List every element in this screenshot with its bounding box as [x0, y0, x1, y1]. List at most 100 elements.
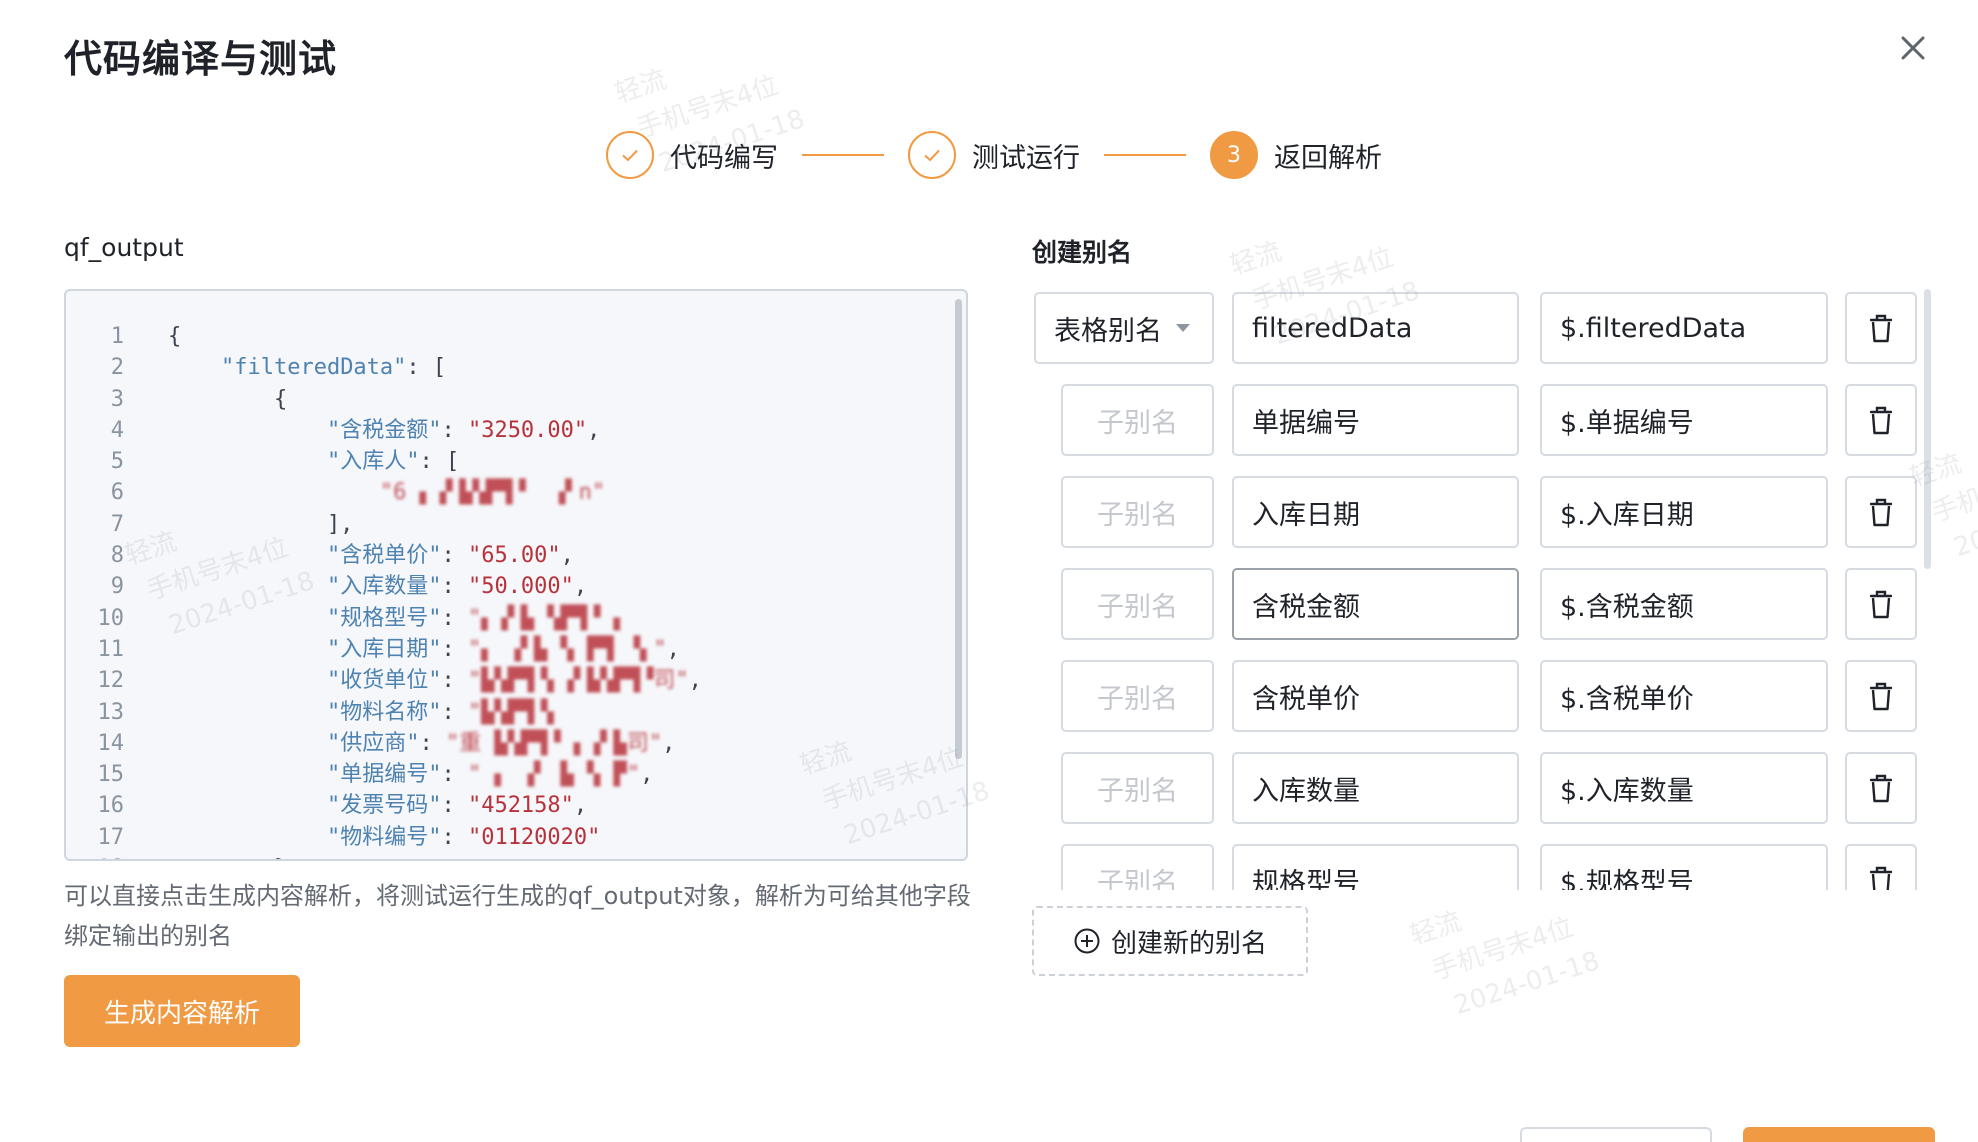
- json-value: " ▖ ▗▘ ▙ ▚ ▛": [467, 762, 641, 788]
- code-line: 6 "6 ▖▗▘▙▚▛▜▝ ▗▘n": [66, 477, 966, 508]
- json-punct: :: [441, 793, 468, 819]
- code-lines: 1{2 "filteredData": [3 {4 "含税金额": "3250.…: [66, 321, 966, 859]
- line-number: 12: [97, 668, 125, 694]
- alias-scrollbar[interactable]: [1924, 289, 1931, 569]
- confirm-button[interactable]: [1743, 1127, 1935, 1142]
- json-punct: }: [168, 856, 287, 859]
- code-line: 16 "发票号码": "452158",: [66, 790, 966, 821]
- alias-path-input[interactable]: $.入库数量: [1540, 752, 1828, 824]
- alias-path-input[interactable]: $.含税金额: [1540, 568, 1828, 640]
- code-text: {: [124, 384, 287, 415]
- line-number: 2: [110, 355, 124, 381]
- delete-alias-button[interactable]: [1845, 660, 1917, 732]
- delete-alias-button[interactable]: [1845, 476, 1917, 548]
- step-label: 测试运行: [972, 142, 1080, 174]
- alias-path-input[interactable]: $.入库日期: [1540, 476, 1828, 548]
- alias-name-input[interactable]: 含税金额: [1232, 568, 1519, 640]
- step-connector: [802, 154, 884, 156]
- json-key: "含税单价": [326, 543, 442, 569]
- code-line: 2 "filteredData": [: [66, 352, 966, 383]
- cancel-button[interactable]: [1520, 1127, 1712, 1142]
- alias-path-input[interactable]: $.规格型号: [1540, 844, 1828, 890]
- json-punct: ,: [560, 543, 574, 569]
- plus-circle-icon: [1074, 928, 1100, 954]
- json-key: "发票号码": [326, 793, 442, 819]
- code-text: "含税金额": "3250.00",: [124, 415, 600, 446]
- step-return-parse[interactable]: 3 返回解析: [1210, 131, 1382, 179]
- line-number: 18: [66, 853, 125, 859]
- caret-down-icon: [1176, 324, 1190, 332]
- alias-path-input[interactable]: $.filteredData: [1540, 292, 1828, 364]
- child-alias-input[interactable]: 子别名: [1061, 844, 1214, 890]
- json-punct: :: [441, 824, 468, 850]
- alias-name-input[interactable]: 入库日期: [1232, 476, 1519, 548]
- json-punct: ,: [573, 793, 588, 819]
- check-icon: [606, 131, 654, 179]
- trash-icon: [1869, 498, 1893, 527]
- step-number: 3: [1210, 131, 1258, 179]
- step-test-run[interactable]: 测试运行: [908, 131, 1080, 179]
- child-alias-input[interactable]: 子别名: [1061, 384, 1214, 456]
- code-viewer[interactable]: 1{2 "filteredData": [3 {4 "含税金额": "3250.…: [64, 289, 968, 861]
- json-value: "▙▚▛▜▝▖: [467, 699, 561, 725]
- json-punct: ,: [587, 417, 601, 443]
- alias-type-select[interactable]: 表格别名: [1034, 292, 1214, 364]
- trash-icon: [1869, 406, 1893, 435]
- json-punct: :: [441, 574, 468, 600]
- child-alias-input[interactable]: 子别名: [1061, 476, 1214, 548]
- alias-type-value: 表格别名: [1054, 315, 1162, 347]
- step-code-writing[interactable]: 代码编写: [606, 131, 778, 179]
- json-value: "▖▗▘▙ ▚▛▜▝ ▖: [467, 605, 627, 631]
- generate-parse-button[interactable]: 生成内容解析: [64, 975, 300, 1047]
- alias-name-input[interactable]: filteredData: [1232, 292, 1519, 364]
- alias-path-input[interactable]: $.含税单价: [1540, 660, 1828, 732]
- alias-name-input[interactable]: 含税单价: [1232, 660, 1519, 732]
- close-button[interactable]: [1893, 28, 1933, 68]
- json-key: "规格型号": [326, 605, 442, 631]
- json-punct: :: [441, 699, 468, 725]
- alias-name-input[interactable]: 规格型号: [1232, 844, 1519, 890]
- code-line: 11 "入库日期": "▖ ▗▘▙ ▚ ▛▜ ▝▖",: [66, 634, 966, 665]
- alias-name-input[interactable]: 单据编号: [1232, 384, 1519, 456]
- step-label: 代码编写: [670, 142, 778, 174]
- create-alias-label: 创建别名: [1032, 238, 1133, 267]
- json-value: "6 ▖▗▘▙▚▛▜▝ ▗▘n": [379, 480, 606, 506]
- line-number: 14: [97, 730, 125, 756]
- alias-name-input[interactable]: 入库数量: [1232, 752, 1519, 824]
- code-text: "规格型号": "▖▗▘▙ ▚▛▜▝ ▖: [124, 603, 627, 634]
- code-line: 4 "含税金额": "3250.00",: [66, 415, 966, 446]
- json-punct: {: [168, 324, 182, 349]
- create-new-alias-button[interactable]: 创建新的别名: [1032, 906, 1308, 976]
- watermark: 轻流手机号末4位2024-01-18: [1405, 865, 1605, 1032]
- json-punct: ],: [168, 511, 354, 537]
- hint-text: 可以直接点击生成内容解析，将测试运行生成的qf_output对象，解析为可给其他…: [64, 882, 971, 950]
- delete-alias-button[interactable]: [1845, 844, 1917, 890]
- json-punct: [168, 449, 327, 474]
- json-punct: :: [441, 636, 468, 662]
- code-line: 8 "含税单价": "65.00",: [66, 540, 966, 571]
- json-punct: [168, 825, 327, 850]
- json-punct: : [: [419, 449, 460, 475]
- json-punct: :: [441, 762, 468, 788]
- json-punct: ,: [573, 574, 588, 600]
- child-alias-input[interactable]: 子别名: [1061, 660, 1214, 732]
- delete-alias-button[interactable]: [1845, 568, 1917, 640]
- json-punct: [168, 355, 221, 380]
- delete-alias-button[interactable]: [1845, 384, 1917, 456]
- json-value: "50.000": [467, 574, 574, 600]
- delete-alias-button[interactable]: [1845, 292, 1917, 364]
- create-alias-label-text: 创建新的别名: [1110, 928, 1267, 959]
- alias-path-input[interactable]: $.单据编号: [1540, 384, 1828, 456]
- json-punct: [168, 574, 327, 599]
- json-value: "▙▚▛▜▝▖▗▘▙▚▛▜▝司": [467, 668, 689, 694]
- delete-alias-button[interactable]: [1845, 752, 1917, 824]
- code-scrollbar[interactable]: [955, 299, 962, 759]
- trash-icon: [1869, 866, 1893, 890]
- child-alias-input[interactable]: 子别名: [1061, 568, 1214, 640]
- code-line: 5 "入库人": [: [66, 446, 966, 477]
- watermark-line: 2024-01-18: [1450, 945, 1604, 1022]
- watermark-line: 2024-01-18: [1950, 487, 1978, 564]
- code-line: 18 }: [66, 853, 966, 859]
- child-alias-input[interactable]: 子别名: [1061, 752, 1214, 824]
- code-text: {: [124, 321, 181, 352]
